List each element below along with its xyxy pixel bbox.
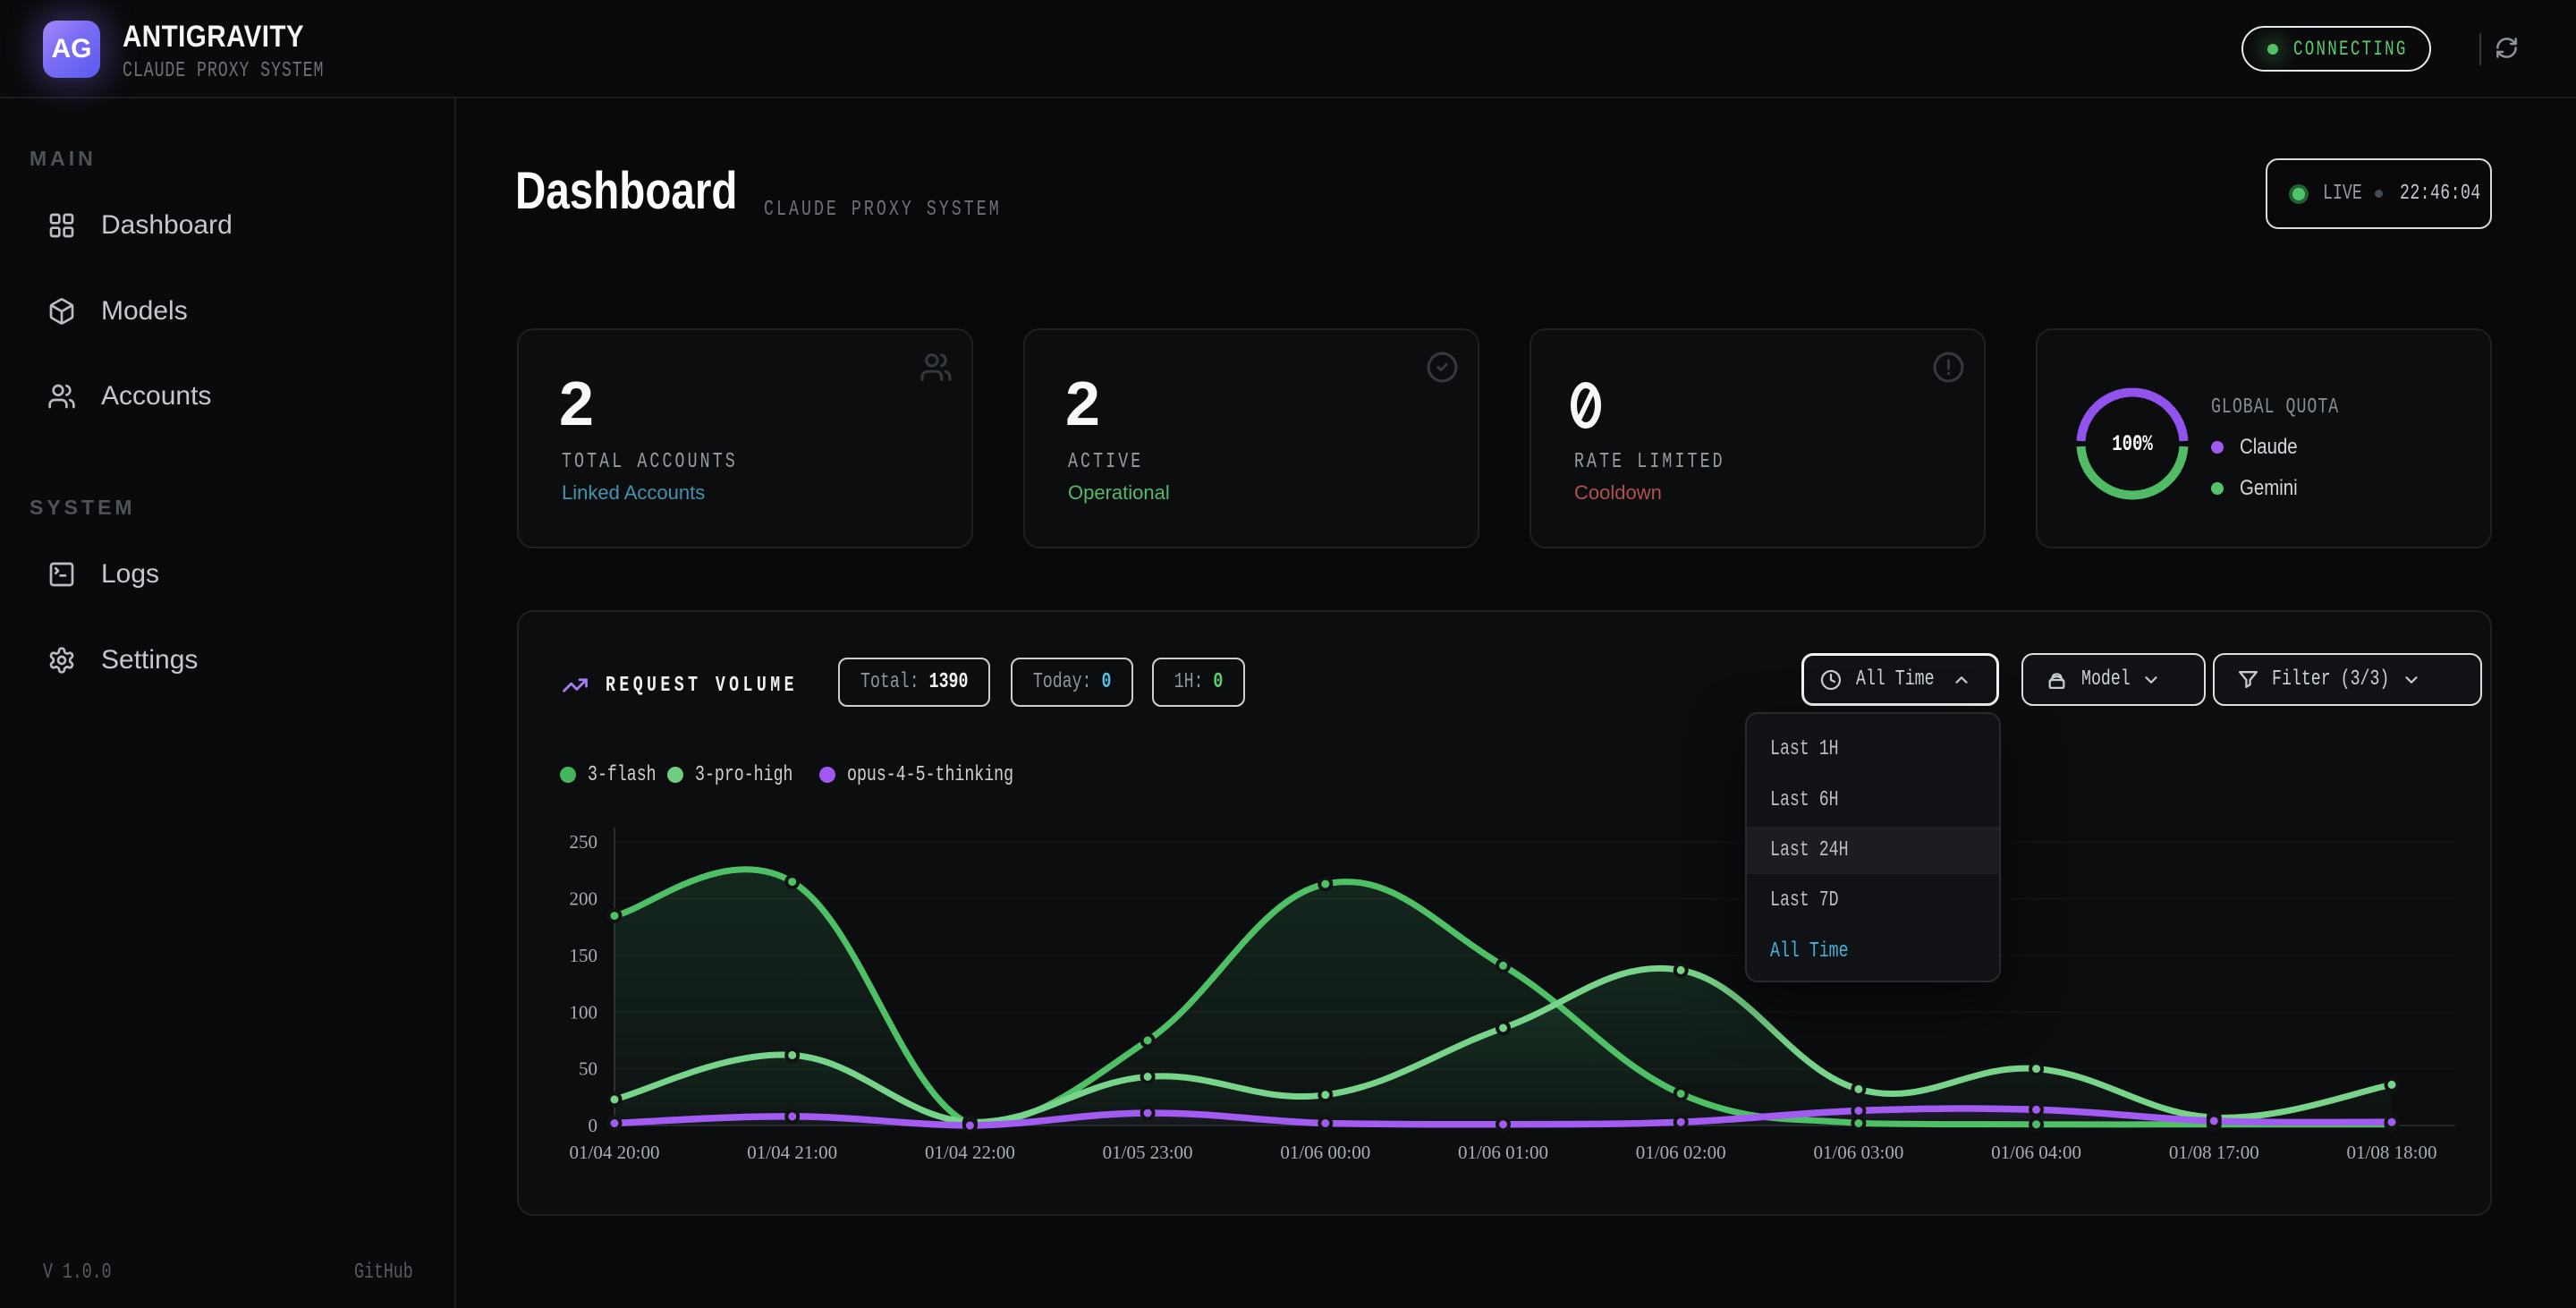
svg-text:0: 0	[589, 1115, 598, 1136]
svg-text:01/06 03:00: 01/06 03:00	[1813, 1142, 1903, 1163]
svg-text:01/06 01:00: 01/06 01:00	[1458, 1142, 1548, 1163]
svg-text:01/04 22:00: 01/04 22:00	[925, 1142, 1015, 1163]
svg-text:01/06 04:00: 01/06 04:00	[1991, 1142, 2081, 1163]
svg-text:01/04 20:00: 01/04 20:00	[570, 1142, 660, 1163]
svg-text:250: 250	[570, 831, 598, 853]
svg-text:100: 100	[570, 1001, 598, 1023]
svg-text:01/08 17:00: 01/08 17:00	[2169, 1142, 2259, 1163]
svg-text:01/08 18:00: 01/08 18:00	[2347, 1142, 2437, 1163]
svg-text:50: 50	[579, 1058, 597, 1080]
svg-text:150: 150	[570, 945, 598, 966]
svg-text:01/04 21:00: 01/04 21:00	[747, 1142, 837, 1163]
svg-text:01/06 00:00: 01/06 00:00	[1280, 1142, 1370, 1163]
svg-text:200: 200	[570, 888, 598, 910]
svg-text:01/06 02:00: 01/06 02:00	[1636, 1142, 1726, 1163]
svg-text:01/05 23:00: 01/05 23:00	[1103, 1142, 1193, 1163]
